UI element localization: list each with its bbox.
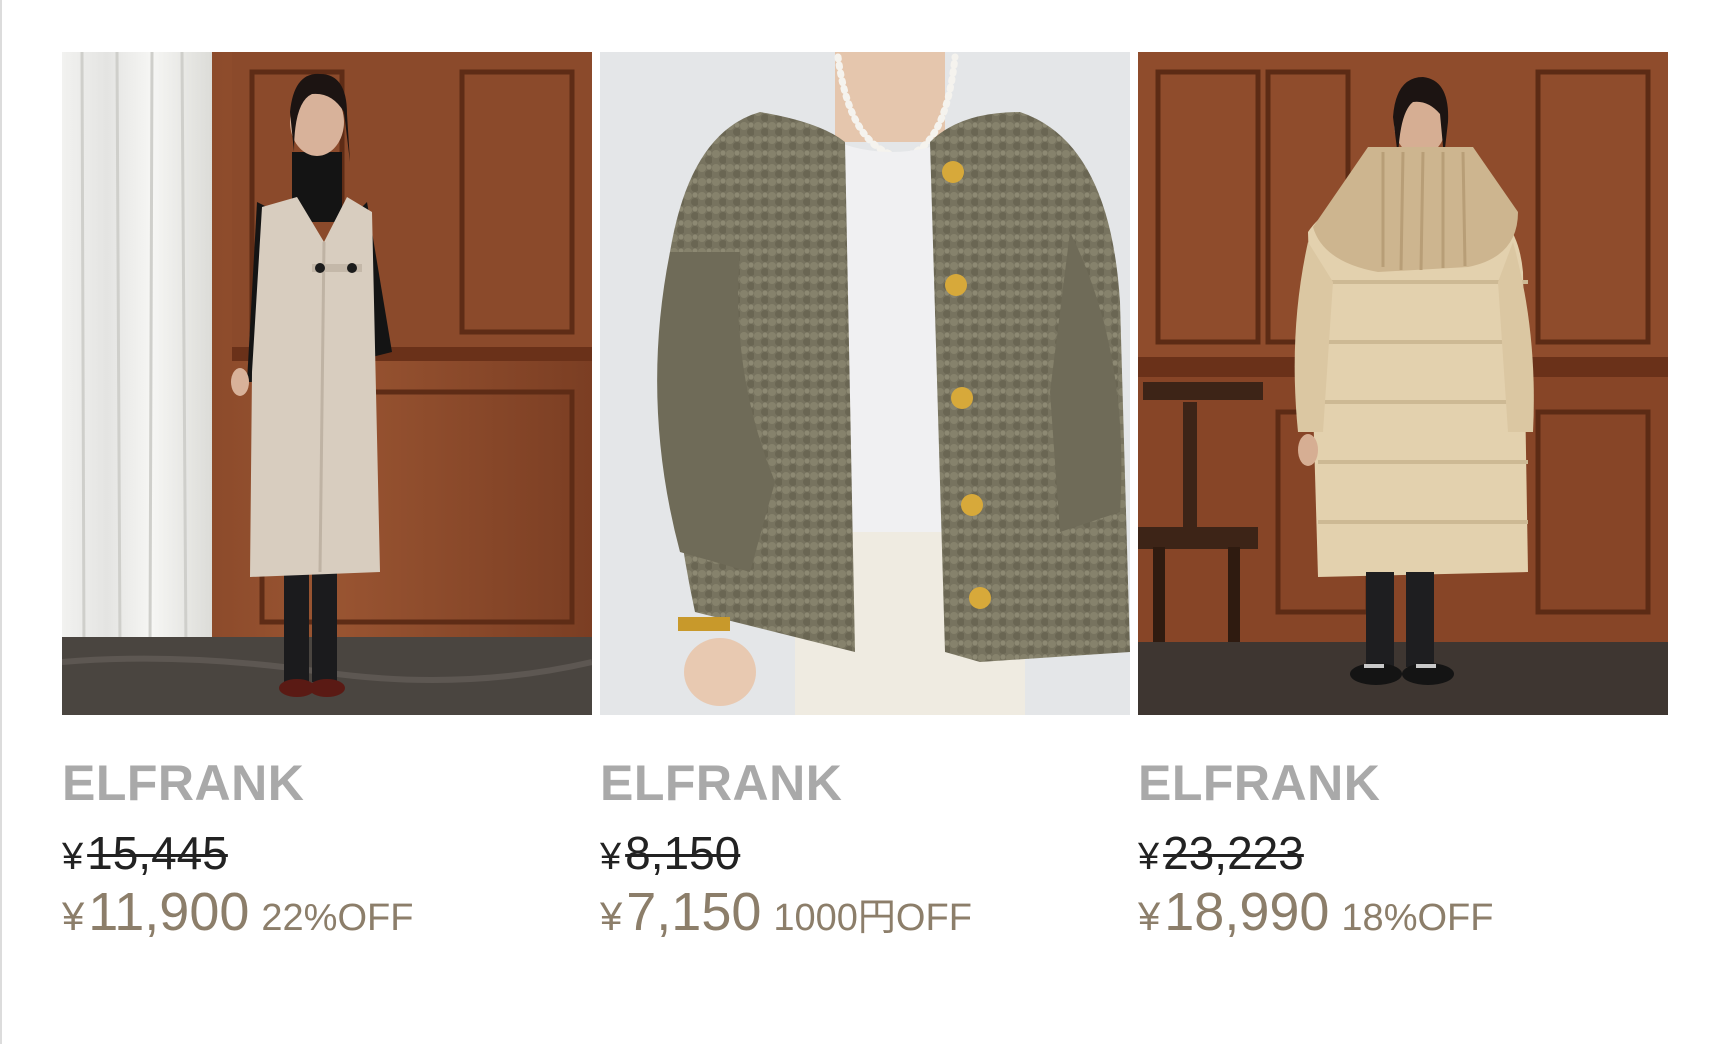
sale-price: ¥18,990 18%OFF (1138, 881, 1668, 943)
sale-price-value: 11,900 (88, 882, 250, 942)
product-grid: ELFRANK ¥15,445 ¥11,900 22%OFF ELFRANK ¥… (62, 52, 1668, 943)
original-price-value: 8,150 (625, 827, 741, 879)
product-image[interactable] (62, 52, 592, 715)
brand-name: ELFRANK (1138, 755, 1381, 811)
currency-symbol: ¥ (600, 836, 622, 878)
currency-symbol: ¥ (1138, 895, 1161, 939)
page-left-border (0, 0, 2, 1044)
discount-label: 18%OFF (1341, 897, 1494, 939)
currency-symbol: ¥ (1138, 836, 1160, 878)
sale-price: ¥7,150 1000円OFF (600, 881, 1130, 943)
currency-symbol: ¥ (600, 895, 623, 939)
currency-symbol: ¥ (62, 836, 84, 878)
product-image[interactable] (1138, 52, 1668, 715)
original-price: ¥15,445 (62, 825, 592, 881)
original-price: ¥23,223 (1138, 825, 1668, 881)
discount-label: 1000円OFF (773, 897, 972, 939)
brand-name: ELFRANK (600, 755, 843, 811)
sale-price: ¥11,900 22%OFF (62, 881, 592, 943)
discount-label: 22%OFF (261, 897, 414, 939)
currency-symbol: ¥ (62, 895, 85, 939)
original-price-value: 23,223 (1163, 827, 1304, 879)
original-price: ¥8,150 (600, 825, 1130, 881)
sale-price-value: 7,150 (626, 882, 762, 942)
sale-price-value: 18,990 (1164, 882, 1330, 942)
product-card[interactable]: ELFRANK ¥23,223 ¥18,990 18%OFF (1138, 52, 1668, 943)
product-image[interactable] (600, 52, 1130, 715)
brand-name: ELFRANK (62, 755, 305, 811)
product-card[interactable]: ELFRANK ¥15,445 ¥11,900 22%OFF (62, 52, 592, 943)
original-price-value: 15,445 (87, 827, 228, 879)
product-card[interactable]: ELFRANK ¥8,150 ¥7,150 1000円OFF (600, 52, 1130, 943)
